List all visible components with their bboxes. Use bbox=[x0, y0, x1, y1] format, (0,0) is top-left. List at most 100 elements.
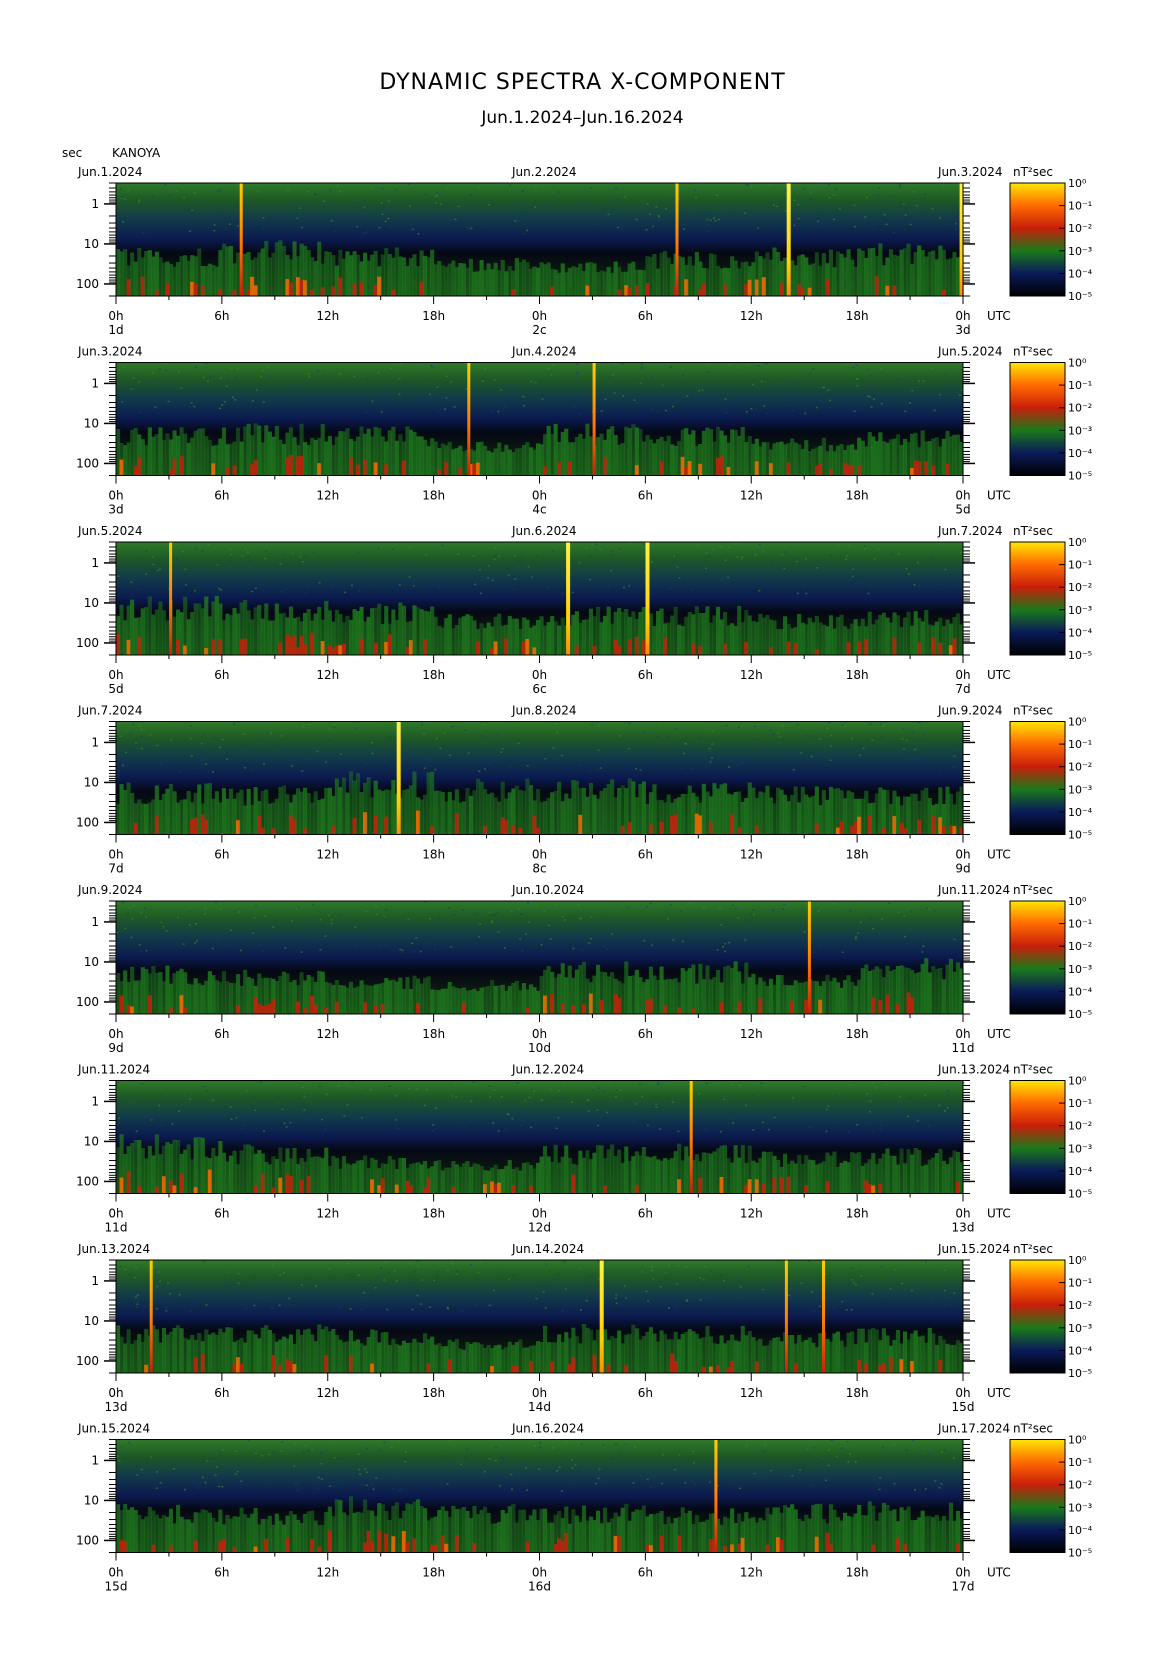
panel-date-right: Jun.11.2024 bbox=[937, 883, 1010, 897]
speckle bbox=[710, 1297, 712, 1299]
x-tick-label: 6h bbox=[638, 1566, 653, 1580]
speckle bbox=[828, 197, 831, 199]
speckle bbox=[728, 766, 731, 768]
speckle bbox=[360, 1117, 363, 1119]
speckle bbox=[425, 401, 428, 403]
speckle bbox=[395, 1119, 398, 1121]
speckle bbox=[219, 189, 222, 191]
speckle bbox=[958, 394, 961, 396]
speckle bbox=[302, 1451, 305, 1454]
speckle bbox=[527, 902, 530, 904]
speckle bbox=[870, 406, 873, 408]
activity-hotspot bbox=[193, 1357, 198, 1373]
activity-streak bbox=[447, 982, 452, 1014]
speckle bbox=[444, 408, 446, 410]
speckle bbox=[519, 1110, 522, 1112]
speckle bbox=[894, 1268, 897, 1271]
speckle bbox=[611, 1457, 614, 1459]
speckle bbox=[138, 381, 141, 383]
speckle bbox=[689, 902, 692, 904]
speckle bbox=[897, 553, 900, 555]
activity-streak bbox=[433, 989, 438, 1014]
activity-hotspot bbox=[288, 1360, 294, 1373]
speckle bbox=[215, 212, 218, 215]
speckle bbox=[376, 913, 378, 916]
speckle bbox=[495, 1446, 497, 1448]
speckle bbox=[214, 737, 217, 739]
speckle bbox=[485, 736, 488, 739]
speckle bbox=[409, 1262, 412, 1265]
activity-streak bbox=[821, 1161, 826, 1194]
speckle bbox=[445, 397, 448, 399]
activity-streak bbox=[726, 1158, 731, 1194]
speckle bbox=[548, 368, 551, 370]
x-tick-label: 12h bbox=[316, 1386, 339, 1400]
speckle bbox=[130, 936, 133, 939]
speckle bbox=[754, 738, 756, 740]
activity-streak bbox=[687, 785, 692, 835]
activity-streak bbox=[193, 430, 198, 476]
speckle bbox=[193, 589, 196, 592]
speckle bbox=[135, 1471, 138, 1473]
speckle bbox=[854, 225, 856, 228]
speckle bbox=[812, 368, 815, 370]
activity-streak bbox=[423, 794, 428, 835]
colorbar-unit-label: nT²sec bbox=[1013, 1063, 1053, 1077]
activity-hotspot bbox=[373, 815, 378, 835]
speckle bbox=[612, 567, 615, 569]
speckle bbox=[661, 929, 664, 931]
activity-streak bbox=[179, 612, 184, 655]
speckle bbox=[879, 368, 882, 370]
activity-hotspot bbox=[846, 642, 851, 655]
speckle bbox=[218, 407, 221, 410]
speckle bbox=[704, 1128, 707, 1131]
speckle bbox=[652, 225, 655, 228]
speckle bbox=[156, 744, 159, 747]
activity-streak bbox=[652, 1514, 657, 1553]
x-tick-label: 12h bbox=[740, 1207, 763, 1221]
colorbar-tick-label: 10⁰ bbox=[1068, 895, 1087, 908]
activity-streak bbox=[592, 975, 597, 1014]
speckle bbox=[160, 921, 163, 924]
activity-hotspot bbox=[786, 641, 791, 655]
speckle bbox=[128, 1441, 131, 1444]
speckle bbox=[657, 1081, 660, 1084]
speckle bbox=[918, 721, 921, 724]
speckle bbox=[300, 951, 303, 953]
speckle bbox=[360, 1300, 363, 1303]
colorbar-tick-label: 10⁻⁴ bbox=[1068, 267, 1093, 280]
speckle bbox=[398, 377, 401, 380]
speckle bbox=[912, 731, 915, 734]
activity-streak bbox=[557, 272, 562, 296]
speckle bbox=[655, 1106, 658, 1108]
x-tick-label: 12h bbox=[740, 848, 763, 862]
speckle bbox=[268, 375, 271, 378]
speckle bbox=[706, 224, 709, 227]
speckle bbox=[347, 1262, 349, 1264]
speckle bbox=[719, 1274, 722, 1277]
speckle bbox=[131, 723, 134, 726]
x-axis-unit: UTC bbox=[987, 1386, 1011, 1400]
speckle bbox=[815, 406, 818, 409]
speckle bbox=[619, 735, 622, 737]
speckle bbox=[879, 1477, 882, 1479]
speckle bbox=[385, 567, 388, 570]
speckle bbox=[751, 383, 754, 386]
speckle bbox=[724, 950, 727, 953]
speckle bbox=[659, 1286, 662, 1288]
speckle bbox=[308, 723, 311, 726]
x-tick-label: 0h bbox=[108, 668, 123, 682]
activity-hotspot bbox=[881, 827, 886, 835]
speckle bbox=[268, 1482, 271, 1485]
speckle bbox=[472, 1081, 475, 1083]
speckle bbox=[523, 1480, 526, 1483]
x-tick-label: 0h bbox=[955, 1566, 970, 1580]
speckle bbox=[145, 550, 148, 552]
speckle bbox=[412, 951, 415, 953]
activity-streak bbox=[567, 798, 572, 835]
speckle bbox=[120, 195, 123, 198]
day-label-mid: 16d bbox=[528, 1580, 551, 1594]
speckle bbox=[681, 208, 684, 210]
activity-hotspot bbox=[387, 634, 392, 655]
activity-streak bbox=[701, 430, 706, 476]
